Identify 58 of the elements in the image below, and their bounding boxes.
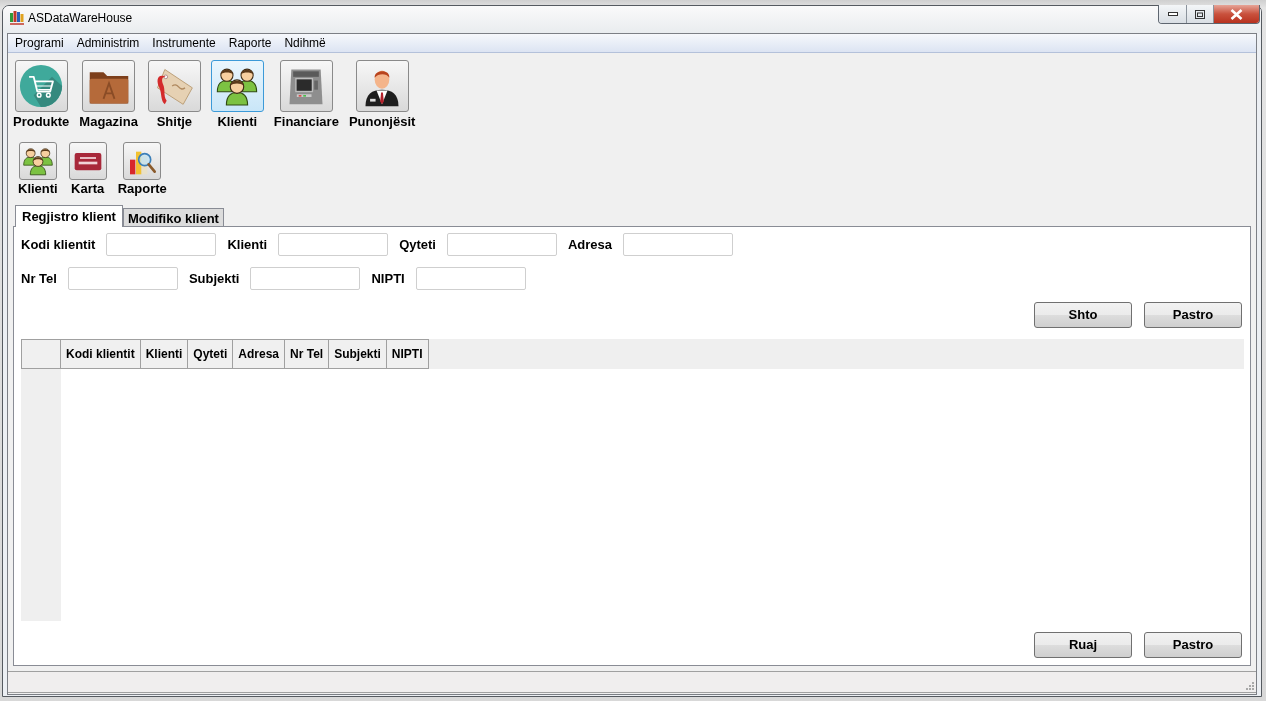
field-label: Kodi klientit <box>21 235 96 254</box>
input-field[interactable] <box>623 233 734 256</box>
submodule-button[interactable] <box>18 142 57 180</box>
submodule-label: Klienti <box>18 181 58 197</box>
module-label: Punonjësit <box>348 114 416 130</box>
table-corner <box>21 339 61 369</box>
minimize-icon <box>1167 12 1178 16</box>
module-button[interactable] <box>355 60 409 112</box>
form-button[interactable]: Shto <box>1034 302 1132 328</box>
column-header[interactable]: Adresa <box>233 339 286 369</box>
input-field[interactable] <box>106 233 217 256</box>
cart-icon <box>19 64 64 108</box>
menu-item[interactable]: Raporte <box>222 34 278 52</box>
field-label: Klienti <box>227 235 268 254</box>
footer-button[interactable]: Pastro <box>1144 632 1242 658</box>
submodule-label: Karta <box>71 181 105 197</box>
close-icon <box>1230 8 1243 20</box>
field-label: Nr Tel <box>21 269 57 288</box>
column-header[interactable]: Subjekti <box>329 339 387 369</box>
module-label: Financiare <box>273 114 339 130</box>
submodule-label: Raporte <box>117 181 167 197</box>
input-field[interactable] <box>446 233 557 256</box>
close-button[interactable] <box>1214 5 1259 23</box>
tab[interactable]: Regjistro klient <box>15 205 123 227</box>
submodule-button[interactable] <box>123 142 162 180</box>
menu-item[interactable]: Administrim <box>70 34 146 52</box>
column-header[interactable]: NIPTI <box>386 339 429 369</box>
module-button[interactable] <box>279 60 333 112</box>
module-button[interactable] <box>210 60 264 112</box>
column-header[interactable]: Nr Tel <box>285 339 330 369</box>
module-button[interactable] <box>82 60 136 112</box>
people-icon <box>21 145 54 177</box>
module-label: Magazina <box>79 114 138 130</box>
field-label: Adresa <box>567 235 613 254</box>
input-field[interactable] <box>415 267 526 290</box>
module-label: Klienti <box>217 114 258 130</box>
field-label: Qyteti <box>399 235 436 254</box>
input-field[interactable] <box>67 267 178 290</box>
restore-icon <box>1195 9 1205 19</box>
menu-item[interactable]: Programi <box>9 34 70 52</box>
input-field[interactable] <box>250 267 361 290</box>
form-button[interactable]: Pastro <box>1144 302 1242 328</box>
column-header[interactable]: Kodi klientit <box>61 339 141 369</box>
module-label: Produkte <box>13 114 70 130</box>
module-label: Shitje <box>156 114 193 130</box>
menu-item[interactable]: Ndihmë <box>278 34 332 52</box>
submodule-button[interactable] <box>68 142 107 180</box>
window-title: ASDataWareHouse <box>28 10 133 27</box>
field-label: NIPTI <box>371 269 405 288</box>
input-field[interactable] <box>278 233 389 256</box>
field-label: Subjekti <box>188 269 240 288</box>
column-header[interactable]: Qyteti <box>188 339 234 369</box>
minimize-button[interactable] <box>1159 5 1187 23</box>
menu-item[interactable]: Instrumente <box>146 34 222 52</box>
bars-logo-icon <box>9 10 25 26</box>
footer-button[interactable]: Ruaj <box>1034 632 1132 658</box>
maximize-button[interactable] <box>1187 5 1214 23</box>
column-header[interactable]: Klienti <box>140 339 189 369</box>
